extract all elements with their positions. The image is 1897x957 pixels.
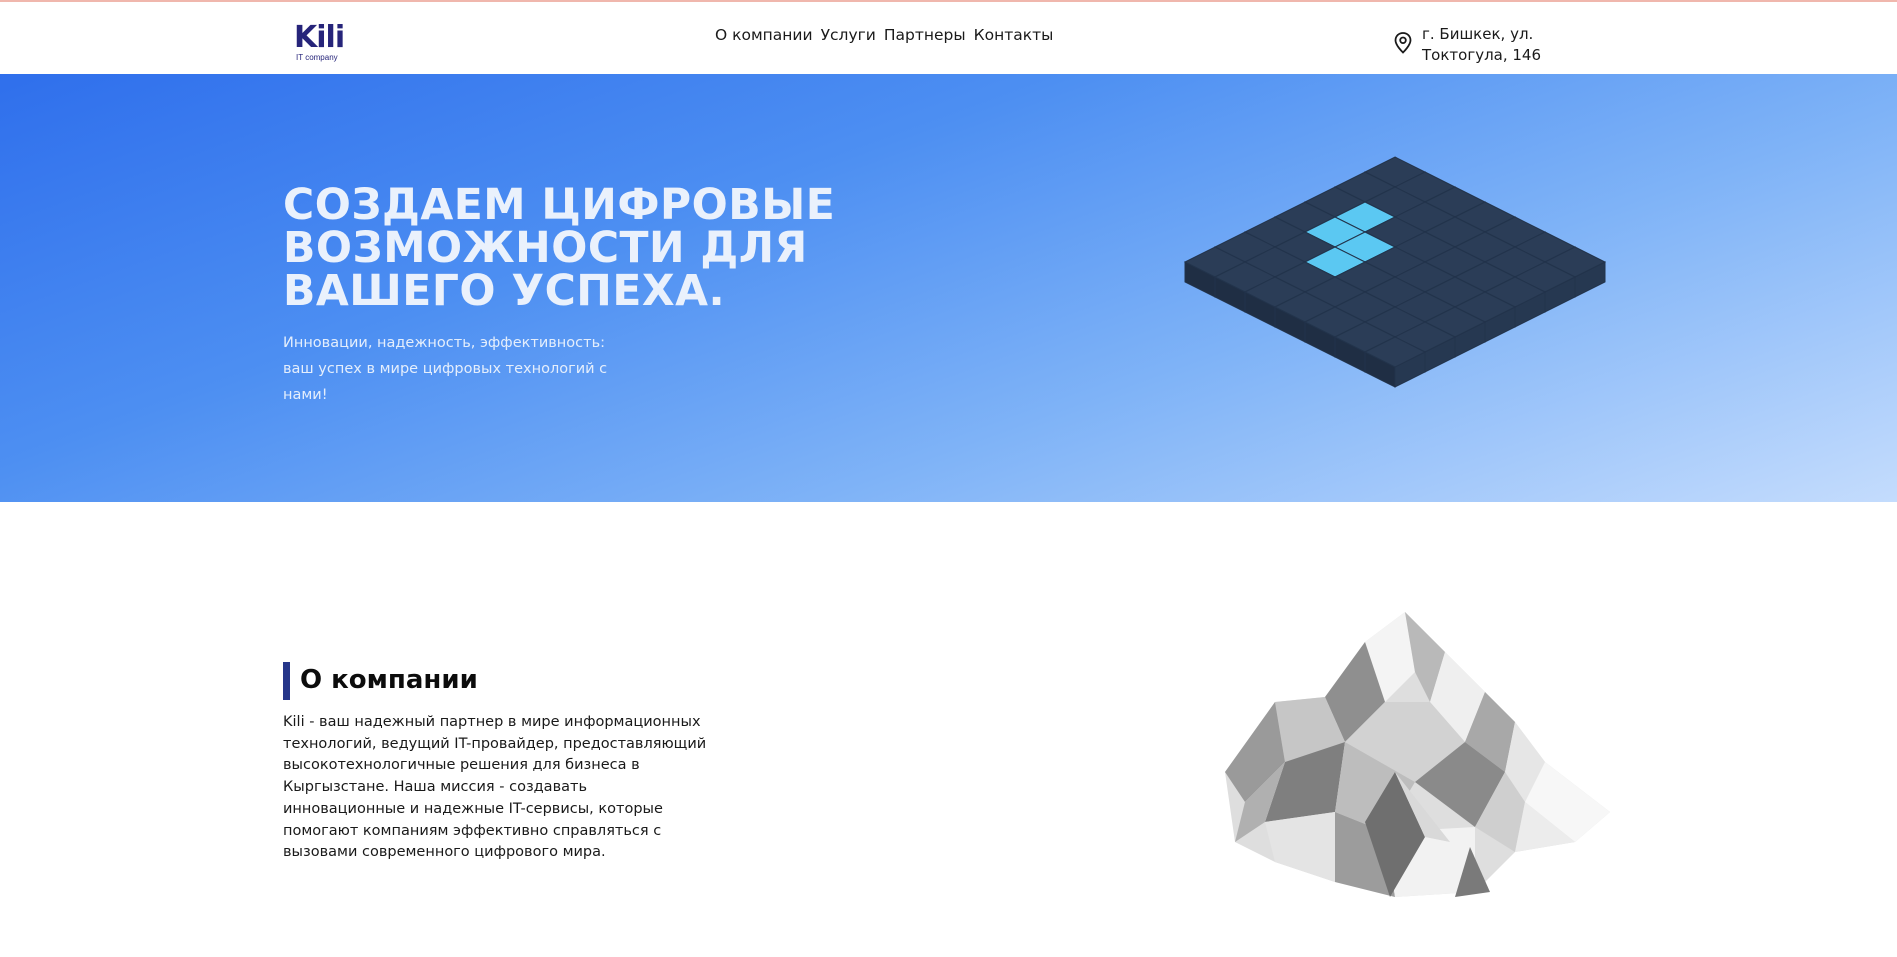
hero-subtitle: Инновации, надежность, эффективность: ва… bbox=[283, 335, 608, 403]
low-poly-mountain-illustration bbox=[1225, 612, 1610, 897]
about-text: Kili - ваш надежный партнер в мире инфор… bbox=[283, 714, 707, 861]
site-header: Kili IT company О компании Услуги Партне… bbox=[0, 2, 1897, 74]
about-title: О компании bbox=[300, 665, 478, 695]
map-pin-icon bbox=[1394, 32, 1412, 54]
nav-link-contacts[interactable]: Контакты bbox=[974, 24, 1054, 46]
main-nav: О компании Услуги Партнеры Контакты bbox=[715, 24, 1053, 46]
about-section: О компании Kili - ваш надежный партнер в… bbox=[0, 502, 1897, 957]
logo-wordmark: Kili bbox=[294, 20, 345, 55]
logo[interactable]: Kili IT company bbox=[294, 20, 345, 66]
isometric-cube-grid-illustration bbox=[1183, 156, 1607, 388]
nav-link-about[interactable]: О компании bbox=[715, 24, 813, 46]
address-text: г. Бишкек, ул. Токтогула, 146 bbox=[1422, 25, 1542, 64]
address-block: г. Бишкек, ул. Токтогула, 146 bbox=[1394, 24, 1612, 66]
nav-link-partners[interactable]: Партнеры bbox=[884, 24, 966, 46]
nav-link-services[interactable]: Услуги bbox=[821, 24, 876, 46]
about-title-accent-bar bbox=[283, 662, 290, 700]
hero-section: СОЗДАЕМ ЦИФРОВЫЕ ВОЗМОЖНОСТИ ДЛЯ ВАШЕГО … bbox=[0, 74, 1897, 502]
logo-subtext: IT company bbox=[296, 53, 338, 62]
hero-title: СОЗДАЕМ ЦИФРОВЫЕ ВОЗМОЖНОСТИ ДЛЯ ВАШЕГО … bbox=[283, 181, 836, 316]
